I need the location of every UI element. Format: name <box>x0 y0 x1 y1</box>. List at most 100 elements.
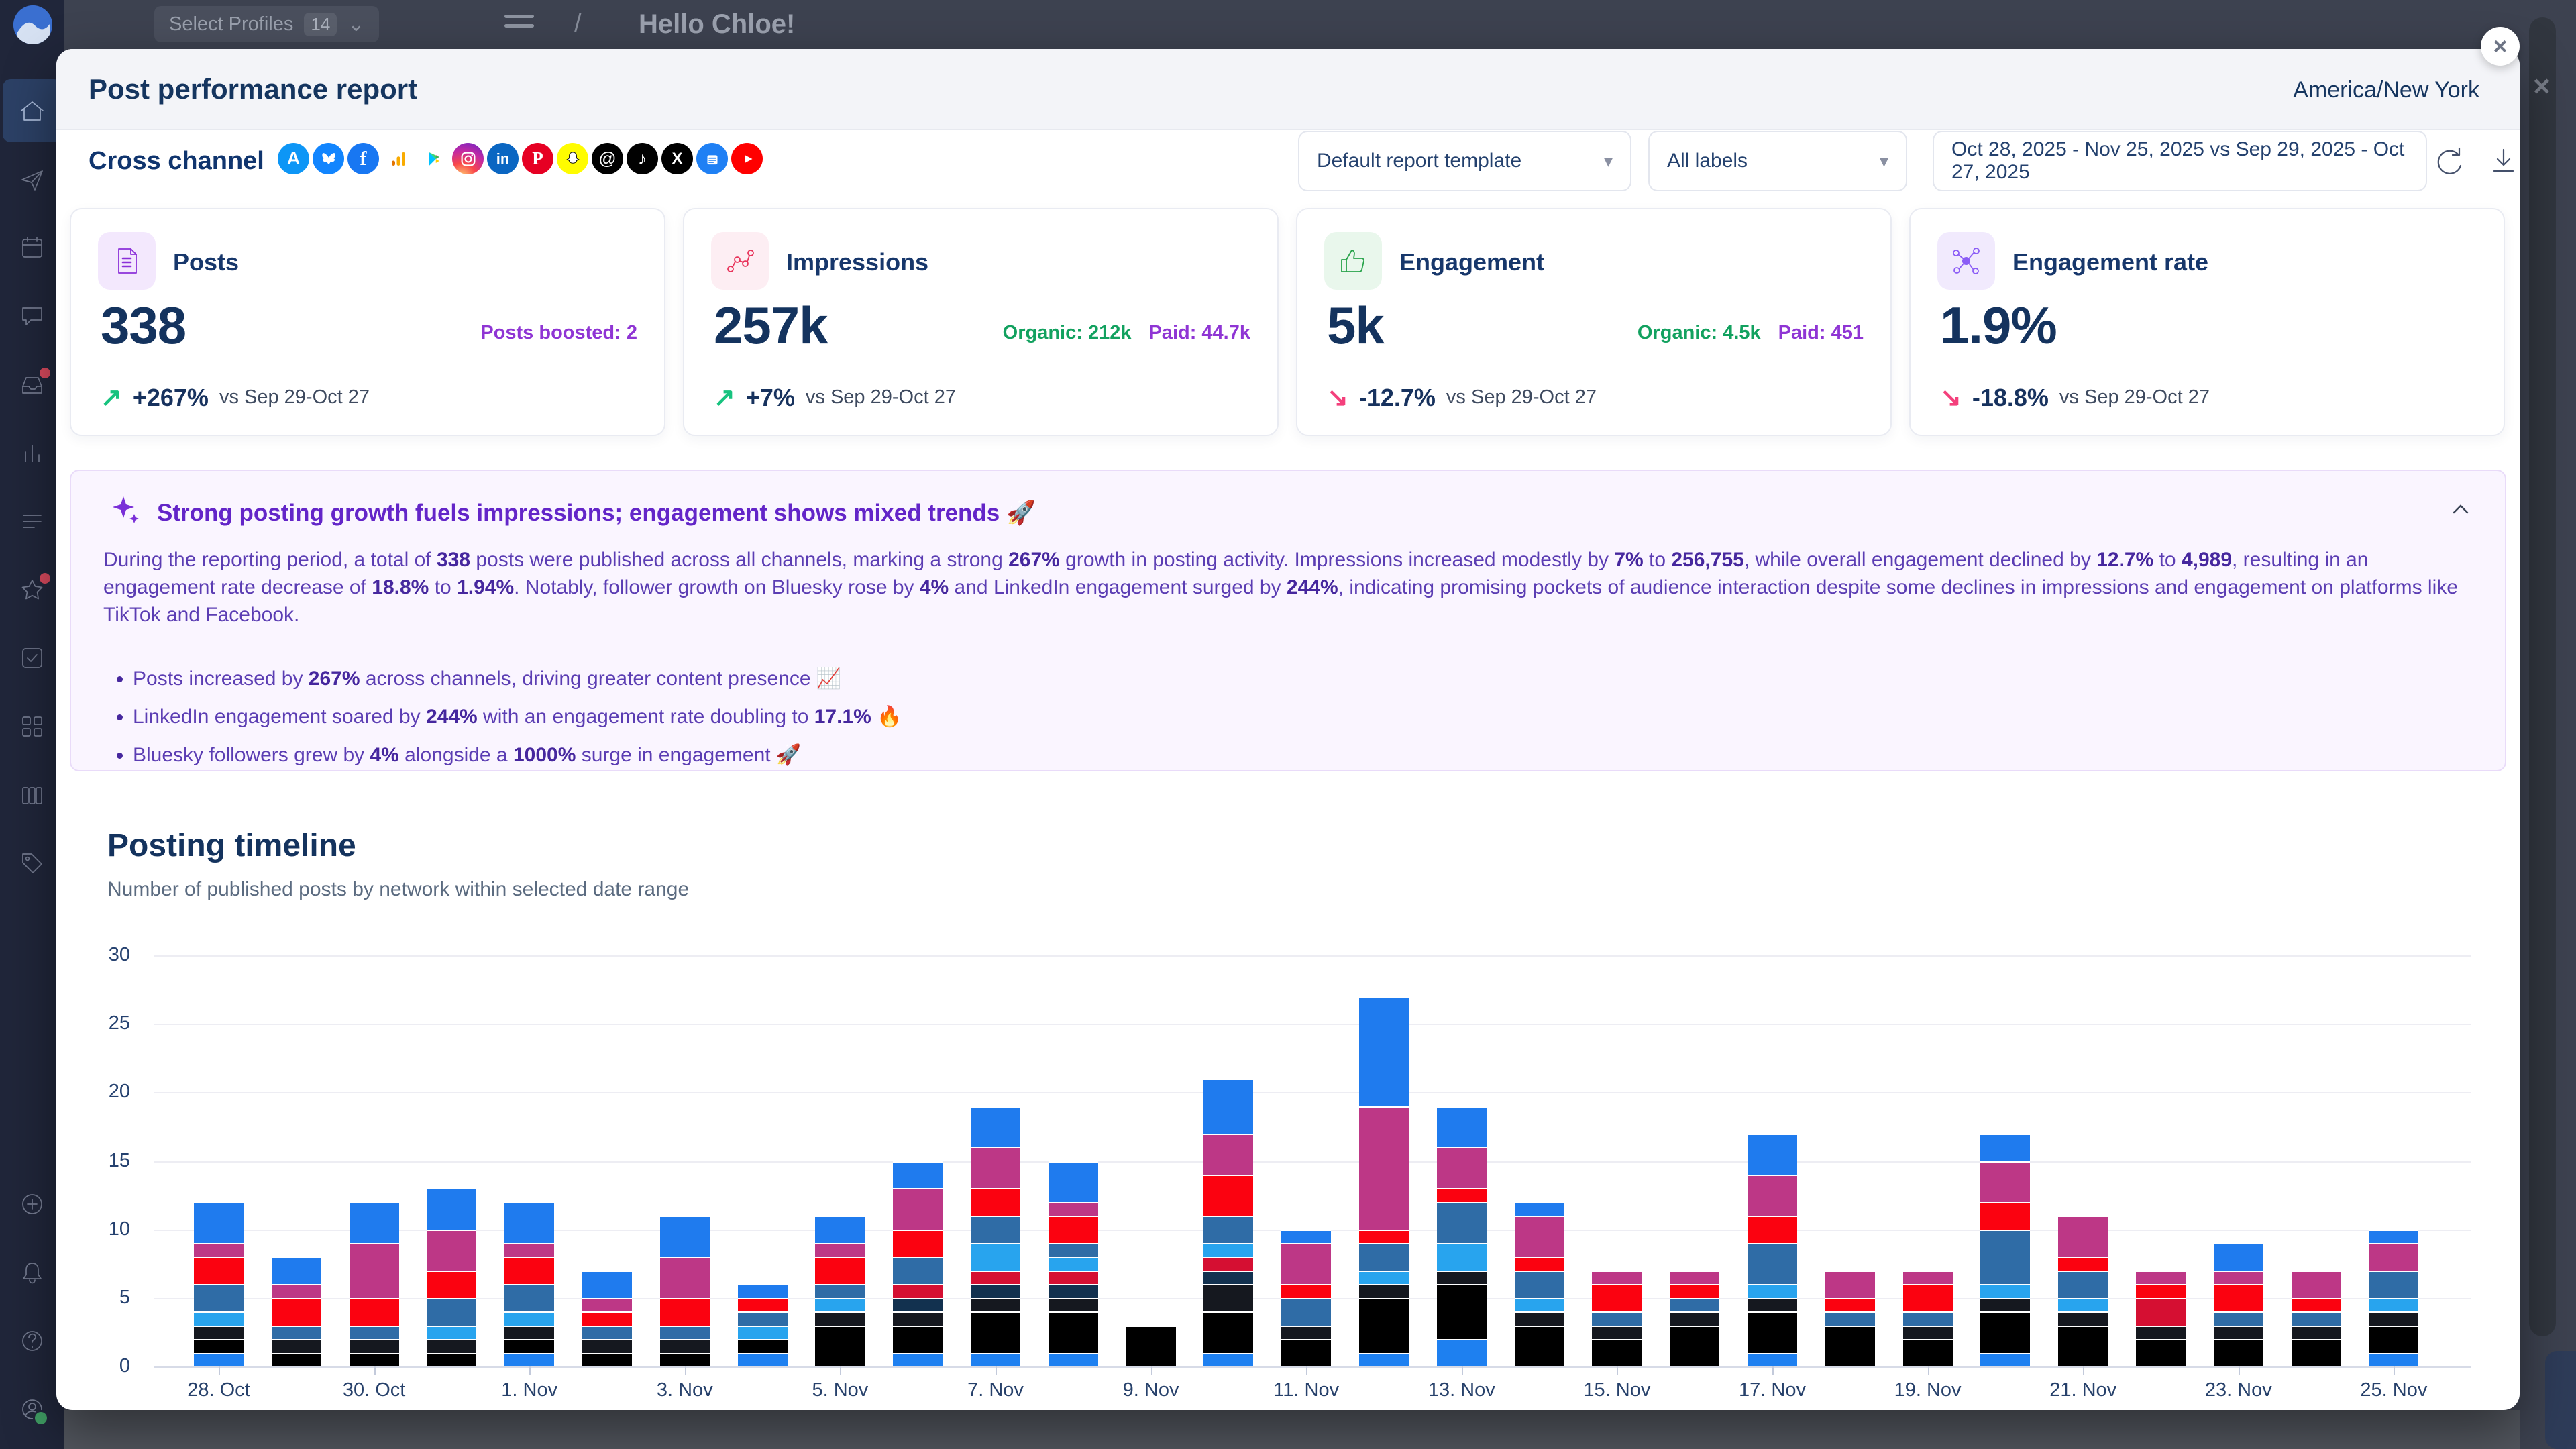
sidebar-item-notifications[interactable] <box>17 1257 48 1288</box>
y-axis-label: 5 <box>76 1287 130 1309</box>
page-scrollbar[interactable] <box>2529 17 2556 1336</box>
labels-select[interactable]: All labels ▾ <box>1648 131 1907 191</box>
dropdown-arrow-icon: ▾ <box>1880 151 1888 172</box>
report-template-value: Default report template <box>1317 150 1521 172</box>
sidebar-item-publish[interactable] <box>17 232 48 263</box>
tiktok-icon[interactable]: ♪ <box>627 143 658 174</box>
close-button[interactable]: × <box>2481 27 2520 66</box>
segment-instagram <box>971 1147 1020 1188</box>
threads-icon[interactable]: @ <box>592 143 623 174</box>
segment-linkedin <box>350 1326 399 1339</box>
ai-summary-title: Strong posting growth fuels impressions;… <box>157 499 1036 527</box>
pinterest-icon[interactable]: P <box>522 143 553 174</box>
segment-instagram <box>272 1284 321 1297</box>
sidebar-item-help[interactable] <box>17 1326 48 1356</box>
segment-instagram <box>2136 1271 2186 1284</box>
organic-value: Organic: 212k <box>1003 322 1132 343</box>
sidebar-item-create[interactable] <box>17 164 48 195</box>
sidebar-item-tags[interactable] <box>17 848 48 879</box>
x-axis-label: 9. Nov <box>1097 1379 1205 1401</box>
ai-summary-bullets: Posts increased by 267% across channels,… <box>103 667 902 782</box>
sidebar-item-approvals[interactable] <box>17 643 48 674</box>
sidebar-item-integrations[interactable] <box>17 780 48 810</box>
select-profiles-button[interactable]: Select Profiles 14 ⌄ <box>154 6 379 42</box>
x-icon[interactable]: X <box>661 143 693 174</box>
sidebar-item-account[interactable] <box>17 1394 48 1425</box>
sidebar-item-favorites[interactable] <box>17 574 48 605</box>
instagram-icon[interactable] <box>452 143 484 174</box>
backdrop-topbar <box>0 0 2576 49</box>
ai-summary-box: Strong posting growth fuels impressions;… <box>70 470 2506 771</box>
app-store-icon[interactable]: A <box>278 143 309 174</box>
segment-youtube <box>1515 1257 1564 1271</box>
segment-youtube <box>738 1298 788 1311</box>
segment-youtube <box>2058 1257 2108 1271</box>
segment-bluesky <box>1980 1284 2030 1297</box>
modal-header <box>56 49 2520 130</box>
posts-boosted-note: Posts boosted: 2 <box>480 322 637 344</box>
segment-instagram <box>427 1230 476 1271</box>
google-play-icon[interactable] <box>417 143 449 174</box>
segment-tiktok <box>2058 1326 2108 1366</box>
posting-timeline-subtitle: Number of published posts by network wit… <box>107 878 689 901</box>
segment-instagram <box>1281 1243 1331 1284</box>
sidebar-item-analytics[interactable] <box>17 437 48 468</box>
organic-paid-note: Organic: 4.5kPaid: 451 <box>1638 322 1864 344</box>
bluesky-icon[interactable] <box>313 143 344 174</box>
segment-google-business <box>504 1353 554 1366</box>
segment-facebook <box>1437 1106 1487 1147</box>
segment-facebook <box>815 1216 865 1243</box>
facebook-icon[interactable]: f <box>347 143 379 174</box>
dropdown-arrow-icon: ▾ <box>1604 151 1613 172</box>
segment-facebook <box>1049 1161 1098 1202</box>
report-template-select[interactable]: Default report template ▾ <box>1298 131 1631 191</box>
card-title: Engagement rate <box>2012 248 2208 276</box>
app-logo[interactable] <box>13 5 52 44</box>
trend-down-icon: ↘ <box>1327 382 1348 413</box>
segment-instagram <box>1359 1106 1409 1230</box>
sidebar-item-inbox[interactable] <box>17 369 48 400</box>
segment-youtube <box>815 1257 865 1285</box>
impressions-icon <box>711 232 769 290</box>
comparison-period: vs Sep 29-Oct 27 <box>1446 386 1597 409</box>
segment-google-business <box>893 1353 943 1366</box>
snapchat-icon[interactable] <box>557 143 588 174</box>
download-icon[interactable] <box>2486 143 2520 178</box>
segment-linkedin <box>1903 1311 1953 1325</box>
segment-linkedin <box>2214 1311 2263 1325</box>
google-analytics-icon[interactable] <box>382 143 414 174</box>
x-axis-label: 15. Nov <box>1563 1379 1670 1401</box>
x-axis-label: 3. Nov <box>631 1379 739 1401</box>
sidebar-item-home[interactable] <box>17 95 48 126</box>
segment-tiktok <box>815 1326 865 1366</box>
segment-facebook <box>738 1284 788 1297</box>
engagement-card: Engagement 5k Organic: 4.5kPaid: 451 ↘ -… <box>1296 208 1892 436</box>
segment-facebook <box>1748 1134 1797 1175</box>
refresh-icon[interactable] <box>2432 143 2467 178</box>
sidebar-item-add[interactable] <box>17 1189 48 1220</box>
google-business-icon[interactable] <box>696 143 728 174</box>
segment-google-business <box>1203 1353 1253 1366</box>
segment-tiktok <box>1281 1339 1331 1366</box>
segment-bluesky <box>1203 1243 1253 1256</box>
backdrop-close-icon[interactable]: × <box>2533 70 2551 103</box>
channel-selector[interactable]: Cross channel ⌄ <box>89 147 296 176</box>
sidebar-item-library[interactable] <box>17 711 48 742</box>
segment-linkedin <box>2369 1271 2418 1298</box>
segment-youtube <box>350 1298 399 1326</box>
linkedin-icon[interactable]: in <box>487 143 519 174</box>
youtube-icon[interactable] <box>731 143 763 174</box>
menu-icon[interactable] <box>504 15 534 34</box>
collapse-chevron-icon[interactable] <box>2449 498 2473 522</box>
segment-bluesky <box>1748 1284 1797 1297</box>
segment-google-business <box>1980 1353 2030 1366</box>
x-axis-label: 28. Oct <box>165 1379 272 1401</box>
date-range-picker[interactable]: Oct 28, 2025 - Nov 25, 2025 vs Sep 29, 2… <box>1933 131 2427 191</box>
labels-select-value: All labels <box>1667 150 1748 172</box>
sidebar-item-listening[interactable] <box>17 506 48 537</box>
segment-bluesky <box>194 1311 244 1325</box>
posts-icon <box>98 232 156 290</box>
ai-summary-bullet: LinkedIn engagement soared by 244% with … <box>133 705 902 729</box>
sidebar-item-engage[interactable] <box>17 301 48 331</box>
comparison-period: vs Sep 29-Oct 27 <box>219 386 370 409</box>
